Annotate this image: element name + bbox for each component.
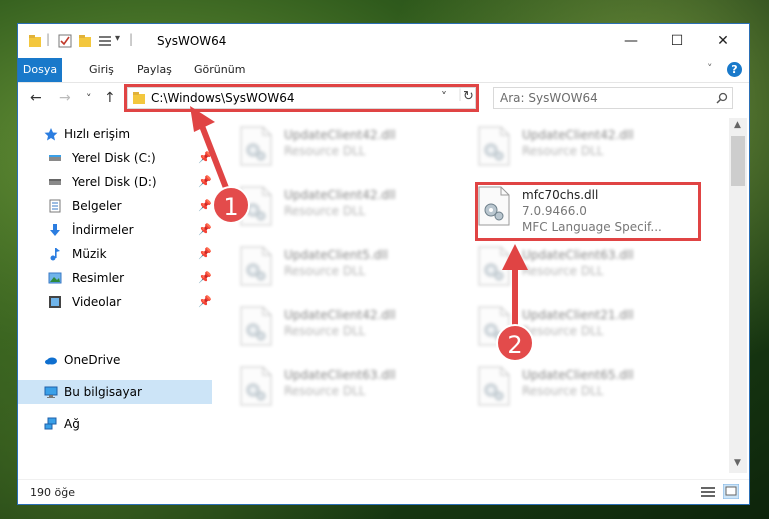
- annotation-arrows: [190, 106, 528, 328]
- step-2-badge: 2: [496, 324, 534, 362]
- arrow-1-line: [199, 124, 231, 195]
- step-1-badge: 1: [212, 186, 250, 224]
- arrow-2-head: [502, 244, 528, 270]
